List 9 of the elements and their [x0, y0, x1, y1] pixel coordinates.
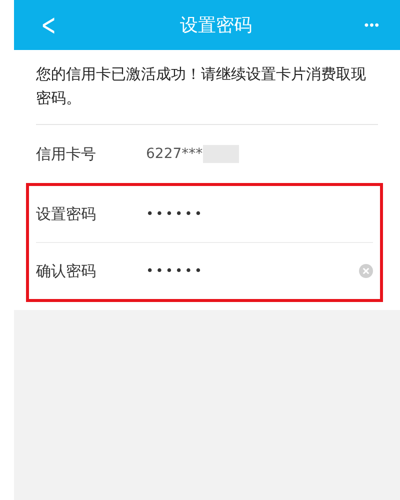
clear-icon[interactable]: [359, 264, 373, 278]
message-text: 您的信用卡已激活成功！请继续设置卡片消费取现密码。: [36, 50, 378, 125]
field-label: 确认密码: [36, 262, 97, 280]
card-number: 6227***: [146, 146, 203, 162]
password-field[interactable]: ••••••: [146, 206, 216, 222]
page-title: 设置密码: [180, 14, 252, 37]
field-label: 信用卡号: [36, 144, 97, 164]
field-label: 设置密码: [36, 204, 97, 224]
password-field[interactable]: ••••••: [146, 264, 216, 278]
